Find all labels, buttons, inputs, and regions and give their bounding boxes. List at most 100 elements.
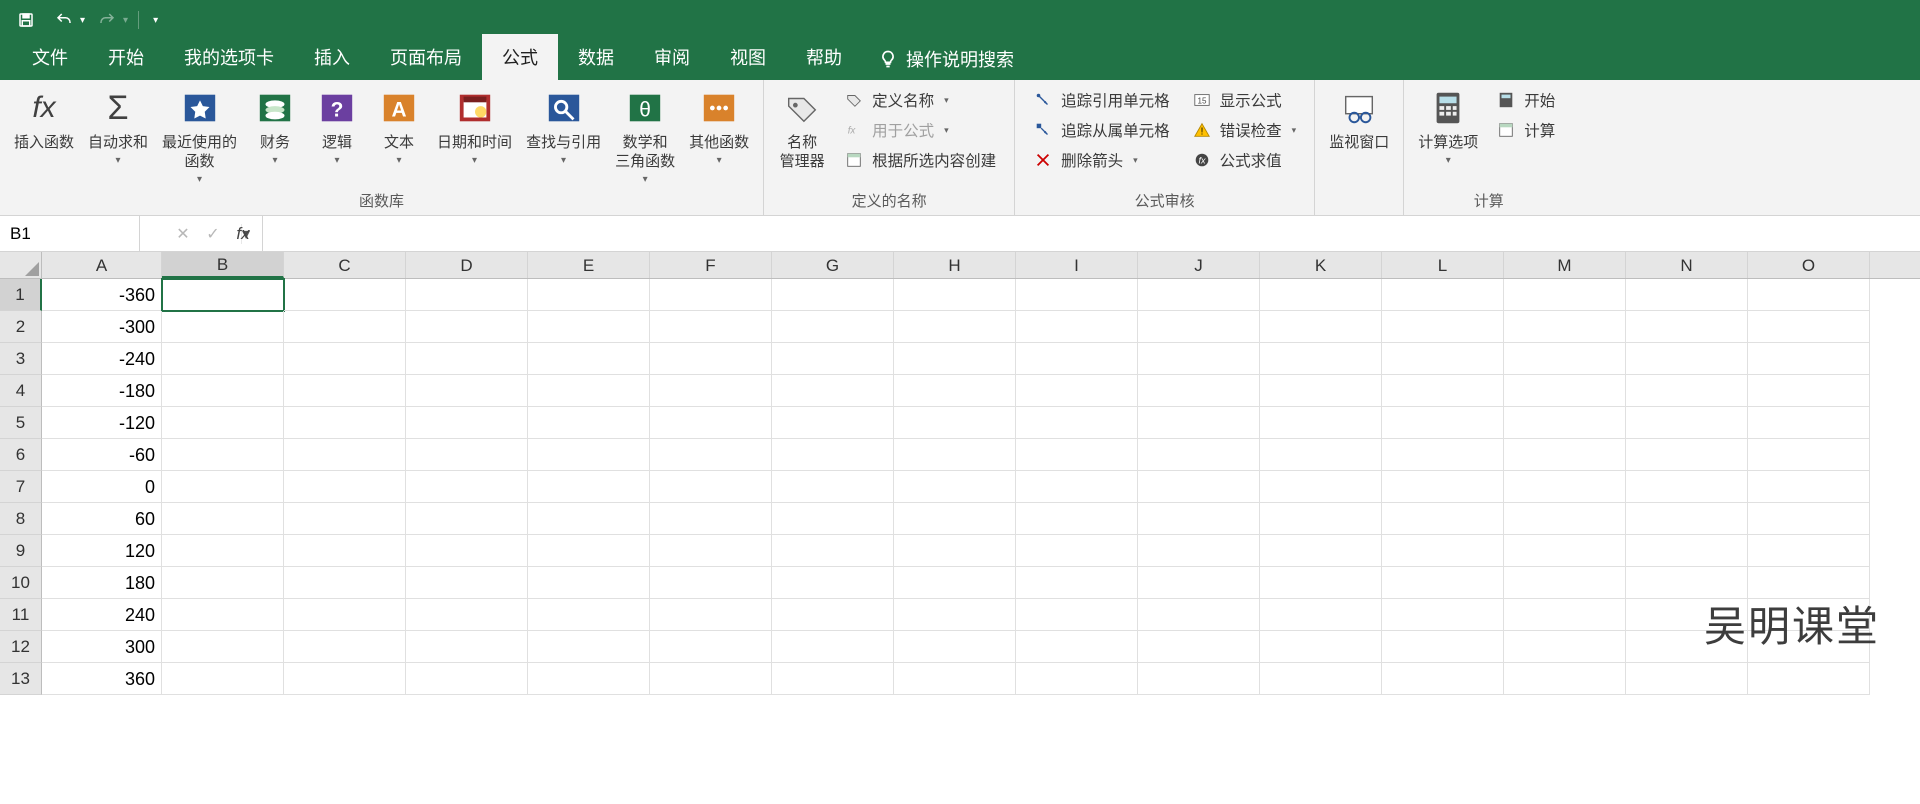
cell-O12[interactable] bbox=[1748, 631, 1870, 663]
cell-F9[interactable] bbox=[650, 535, 772, 567]
create-from-selection-button[interactable]: 根据所选内容创建 bbox=[838, 146, 1002, 174]
column-header-H[interactable]: H bbox=[894, 252, 1016, 278]
cell-O5[interactable] bbox=[1748, 407, 1870, 439]
cell-A13[interactable]: 360 bbox=[42, 663, 162, 695]
cell-H4[interactable] bbox=[894, 375, 1016, 407]
cell-J10[interactable] bbox=[1138, 567, 1260, 599]
cell-N8[interactable] bbox=[1626, 503, 1748, 535]
cell-K12[interactable] bbox=[1260, 631, 1382, 663]
cell-M7[interactable] bbox=[1504, 471, 1626, 503]
calc-now-button[interactable]: 开始 bbox=[1490, 86, 1561, 114]
cell-G2[interactable] bbox=[772, 311, 894, 343]
cell-I7[interactable] bbox=[1016, 471, 1138, 503]
cell-F12[interactable] bbox=[650, 631, 772, 663]
cell-O7[interactable] bbox=[1748, 471, 1870, 503]
cell-B5[interactable] bbox=[162, 407, 284, 439]
save-button[interactable] bbox=[10, 6, 42, 34]
cell-A2[interactable]: -300 bbox=[42, 311, 162, 343]
cell-C7[interactable] bbox=[284, 471, 406, 503]
cell-E3[interactable] bbox=[528, 343, 650, 375]
cell-G11[interactable] bbox=[772, 599, 894, 631]
column-header-C[interactable]: C bbox=[284, 252, 406, 278]
cell-M12[interactable] bbox=[1504, 631, 1626, 663]
math-button[interactable]: θ 数学和 三角函数▾ bbox=[609, 84, 681, 185]
cell-K11[interactable] bbox=[1260, 599, 1382, 631]
cell-H5[interactable] bbox=[894, 407, 1016, 439]
logical-button[interactable]: ? 逻辑▾ bbox=[307, 84, 367, 166]
cell-M5[interactable] bbox=[1504, 407, 1626, 439]
tab-help[interactable]: 帮助 bbox=[786, 34, 862, 80]
cell-C10[interactable] bbox=[284, 567, 406, 599]
cell-B6[interactable] bbox=[162, 439, 284, 471]
cell-L10[interactable] bbox=[1382, 567, 1504, 599]
cell-N7[interactable] bbox=[1626, 471, 1748, 503]
cell-C5[interactable] bbox=[284, 407, 406, 439]
formula-input[interactable] bbox=[263, 216, 1920, 251]
cell-I4[interactable] bbox=[1016, 375, 1138, 407]
cell-O9[interactable] bbox=[1748, 535, 1870, 567]
row-header-7[interactable]: 7 bbox=[0, 471, 42, 503]
calc-options-button[interactable]: 计算选项▾ bbox=[1412, 84, 1484, 166]
cell-D3[interactable] bbox=[406, 343, 528, 375]
cell-L11[interactable] bbox=[1382, 599, 1504, 631]
lookup-button[interactable]: 查找与引用▾ bbox=[520, 84, 607, 166]
cell-H7[interactable] bbox=[894, 471, 1016, 503]
cell-G1[interactable] bbox=[772, 279, 894, 311]
cell-K2[interactable] bbox=[1260, 311, 1382, 343]
cell-E5[interactable] bbox=[528, 407, 650, 439]
enter-formula-button[interactable]: ✓ bbox=[200, 221, 226, 247]
cancel-formula-button[interactable]: ✕ bbox=[170, 221, 196, 247]
cell-N11[interactable] bbox=[1626, 599, 1748, 631]
cell-E6[interactable] bbox=[528, 439, 650, 471]
error-check-button[interactable]: !错误检查▾ bbox=[1186, 116, 1303, 144]
cell-C3[interactable] bbox=[284, 343, 406, 375]
row-header-3[interactable]: 3 bbox=[0, 343, 42, 375]
trace-precedents-button[interactable]: 追踪引用单元格 bbox=[1027, 86, 1176, 114]
cell-K5[interactable] bbox=[1260, 407, 1382, 439]
cell-G3[interactable] bbox=[772, 343, 894, 375]
more-functions-button[interactable]: 其他函数▾ bbox=[683, 84, 755, 166]
cell-O11[interactable] bbox=[1748, 599, 1870, 631]
column-header-F[interactable]: F bbox=[650, 252, 772, 278]
cell-G10[interactable] bbox=[772, 567, 894, 599]
cell-E1[interactable] bbox=[528, 279, 650, 311]
cell-F2[interactable] bbox=[650, 311, 772, 343]
cell-M3[interactable] bbox=[1504, 343, 1626, 375]
column-header-L[interactable]: L bbox=[1382, 252, 1504, 278]
cell-N12[interactable] bbox=[1626, 631, 1748, 663]
column-header-K[interactable]: K bbox=[1260, 252, 1382, 278]
cell-N4[interactable] bbox=[1626, 375, 1748, 407]
cell-F4[interactable] bbox=[650, 375, 772, 407]
cell-D2[interactable] bbox=[406, 311, 528, 343]
insert-function-fx-button[interactable]: fx bbox=[230, 221, 256, 247]
cell-A3[interactable]: -240 bbox=[42, 343, 162, 375]
cell-E8[interactable] bbox=[528, 503, 650, 535]
cell-M8[interactable] bbox=[1504, 503, 1626, 535]
cell-E2[interactable] bbox=[528, 311, 650, 343]
cell-N5[interactable] bbox=[1626, 407, 1748, 439]
cell-K7[interactable] bbox=[1260, 471, 1382, 503]
text-button[interactable]: A 文本▾ bbox=[369, 84, 429, 166]
cell-C2[interactable] bbox=[284, 311, 406, 343]
cell-L13[interactable] bbox=[1382, 663, 1504, 695]
remove-arrows-button[interactable]: 删除箭头▾ bbox=[1027, 146, 1176, 174]
cell-C12[interactable] bbox=[284, 631, 406, 663]
cell-D11[interactable] bbox=[406, 599, 528, 631]
cell-M4[interactable] bbox=[1504, 375, 1626, 407]
cell-A6[interactable]: -60 bbox=[42, 439, 162, 471]
select-all-corner[interactable] bbox=[0, 252, 42, 278]
cell-F13[interactable] bbox=[650, 663, 772, 695]
cell-K10[interactable] bbox=[1260, 567, 1382, 599]
cell-B4[interactable] bbox=[162, 375, 284, 407]
column-header-J[interactable]: J bbox=[1138, 252, 1260, 278]
cell-K8[interactable] bbox=[1260, 503, 1382, 535]
cell-O4[interactable] bbox=[1748, 375, 1870, 407]
row-header-2[interactable]: 2 bbox=[0, 311, 42, 343]
row-header-10[interactable]: 10 bbox=[0, 567, 42, 599]
cell-H9[interactable] bbox=[894, 535, 1016, 567]
cell-O8[interactable] bbox=[1748, 503, 1870, 535]
cell-A11[interactable]: 240 bbox=[42, 599, 162, 631]
cell-J8[interactable] bbox=[1138, 503, 1260, 535]
cell-B7[interactable] bbox=[162, 471, 284, 503]
cell-I12[interactable] bbox=[1016, 631, 1138, 663]
